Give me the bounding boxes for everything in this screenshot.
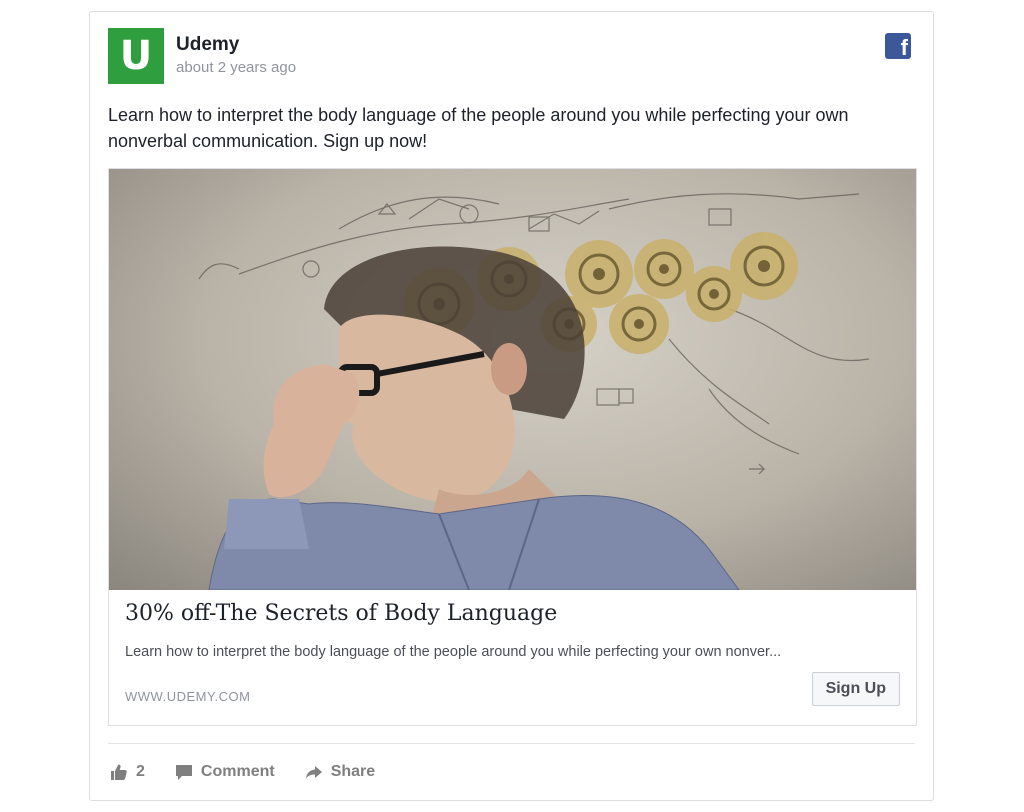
sign-up-button[interactable]: Sign Up (811, 672, 900, 706)
comment-label: Comment (200, 763, 275, 780)
action-divider (108, 743, 915, 744)
share-label: Share (330, 763, 376, 780)
ad-card: U Udemy about 2 years ago f Learn how to… (89, 11, 934, 801)
link-domain[interactable]: WWW.UDEMY.COM (125, 689, 250, 704)
link-description[interactable]: Learn how to interpret the body language… (125, 644, 900, 660)
share-button[interactable]: Share (305, 763, 375, 781)
like-count: 2 (136, 763, 145, 780)
share-icon (305, 766, 322, 779)
like-button[interactable]: 2 (110, 763, 145, 781)
comment-icon (175, 765, 192, 780)
ad-image-illustration (198, 193, 870, 590)
page-name[interactable]: Udemy (176, 34, 239, 56)
thumbs-up-icon (111, 764, 127, 780)
post-actions: 2 Comment Share (110, 760, 375, 784)
link-attachment[interactable]: 30% off-The Secrets of Body Language Lea… (108, 168, 917, 726)
comment-button[interactable]: Comment (175, 763, 275, 781)
page-avatar[interactable]: U (108, 28, 164, 84)
post-text: Learn how to interpret the body language… (108, 105, 849, 151)
link-title[interactable]: 30% off-The Secrets of Body Language (125, 601, 557, 626)
ad-image[interactable] (109, 169, 916, 590)
udemy-logo: U (119, 33, 153, 79)
post-timestamp[interactable]: about 2 years ago (176, 59, 296, 76)
facebook-icon: f (885, 33, 911, 59)
